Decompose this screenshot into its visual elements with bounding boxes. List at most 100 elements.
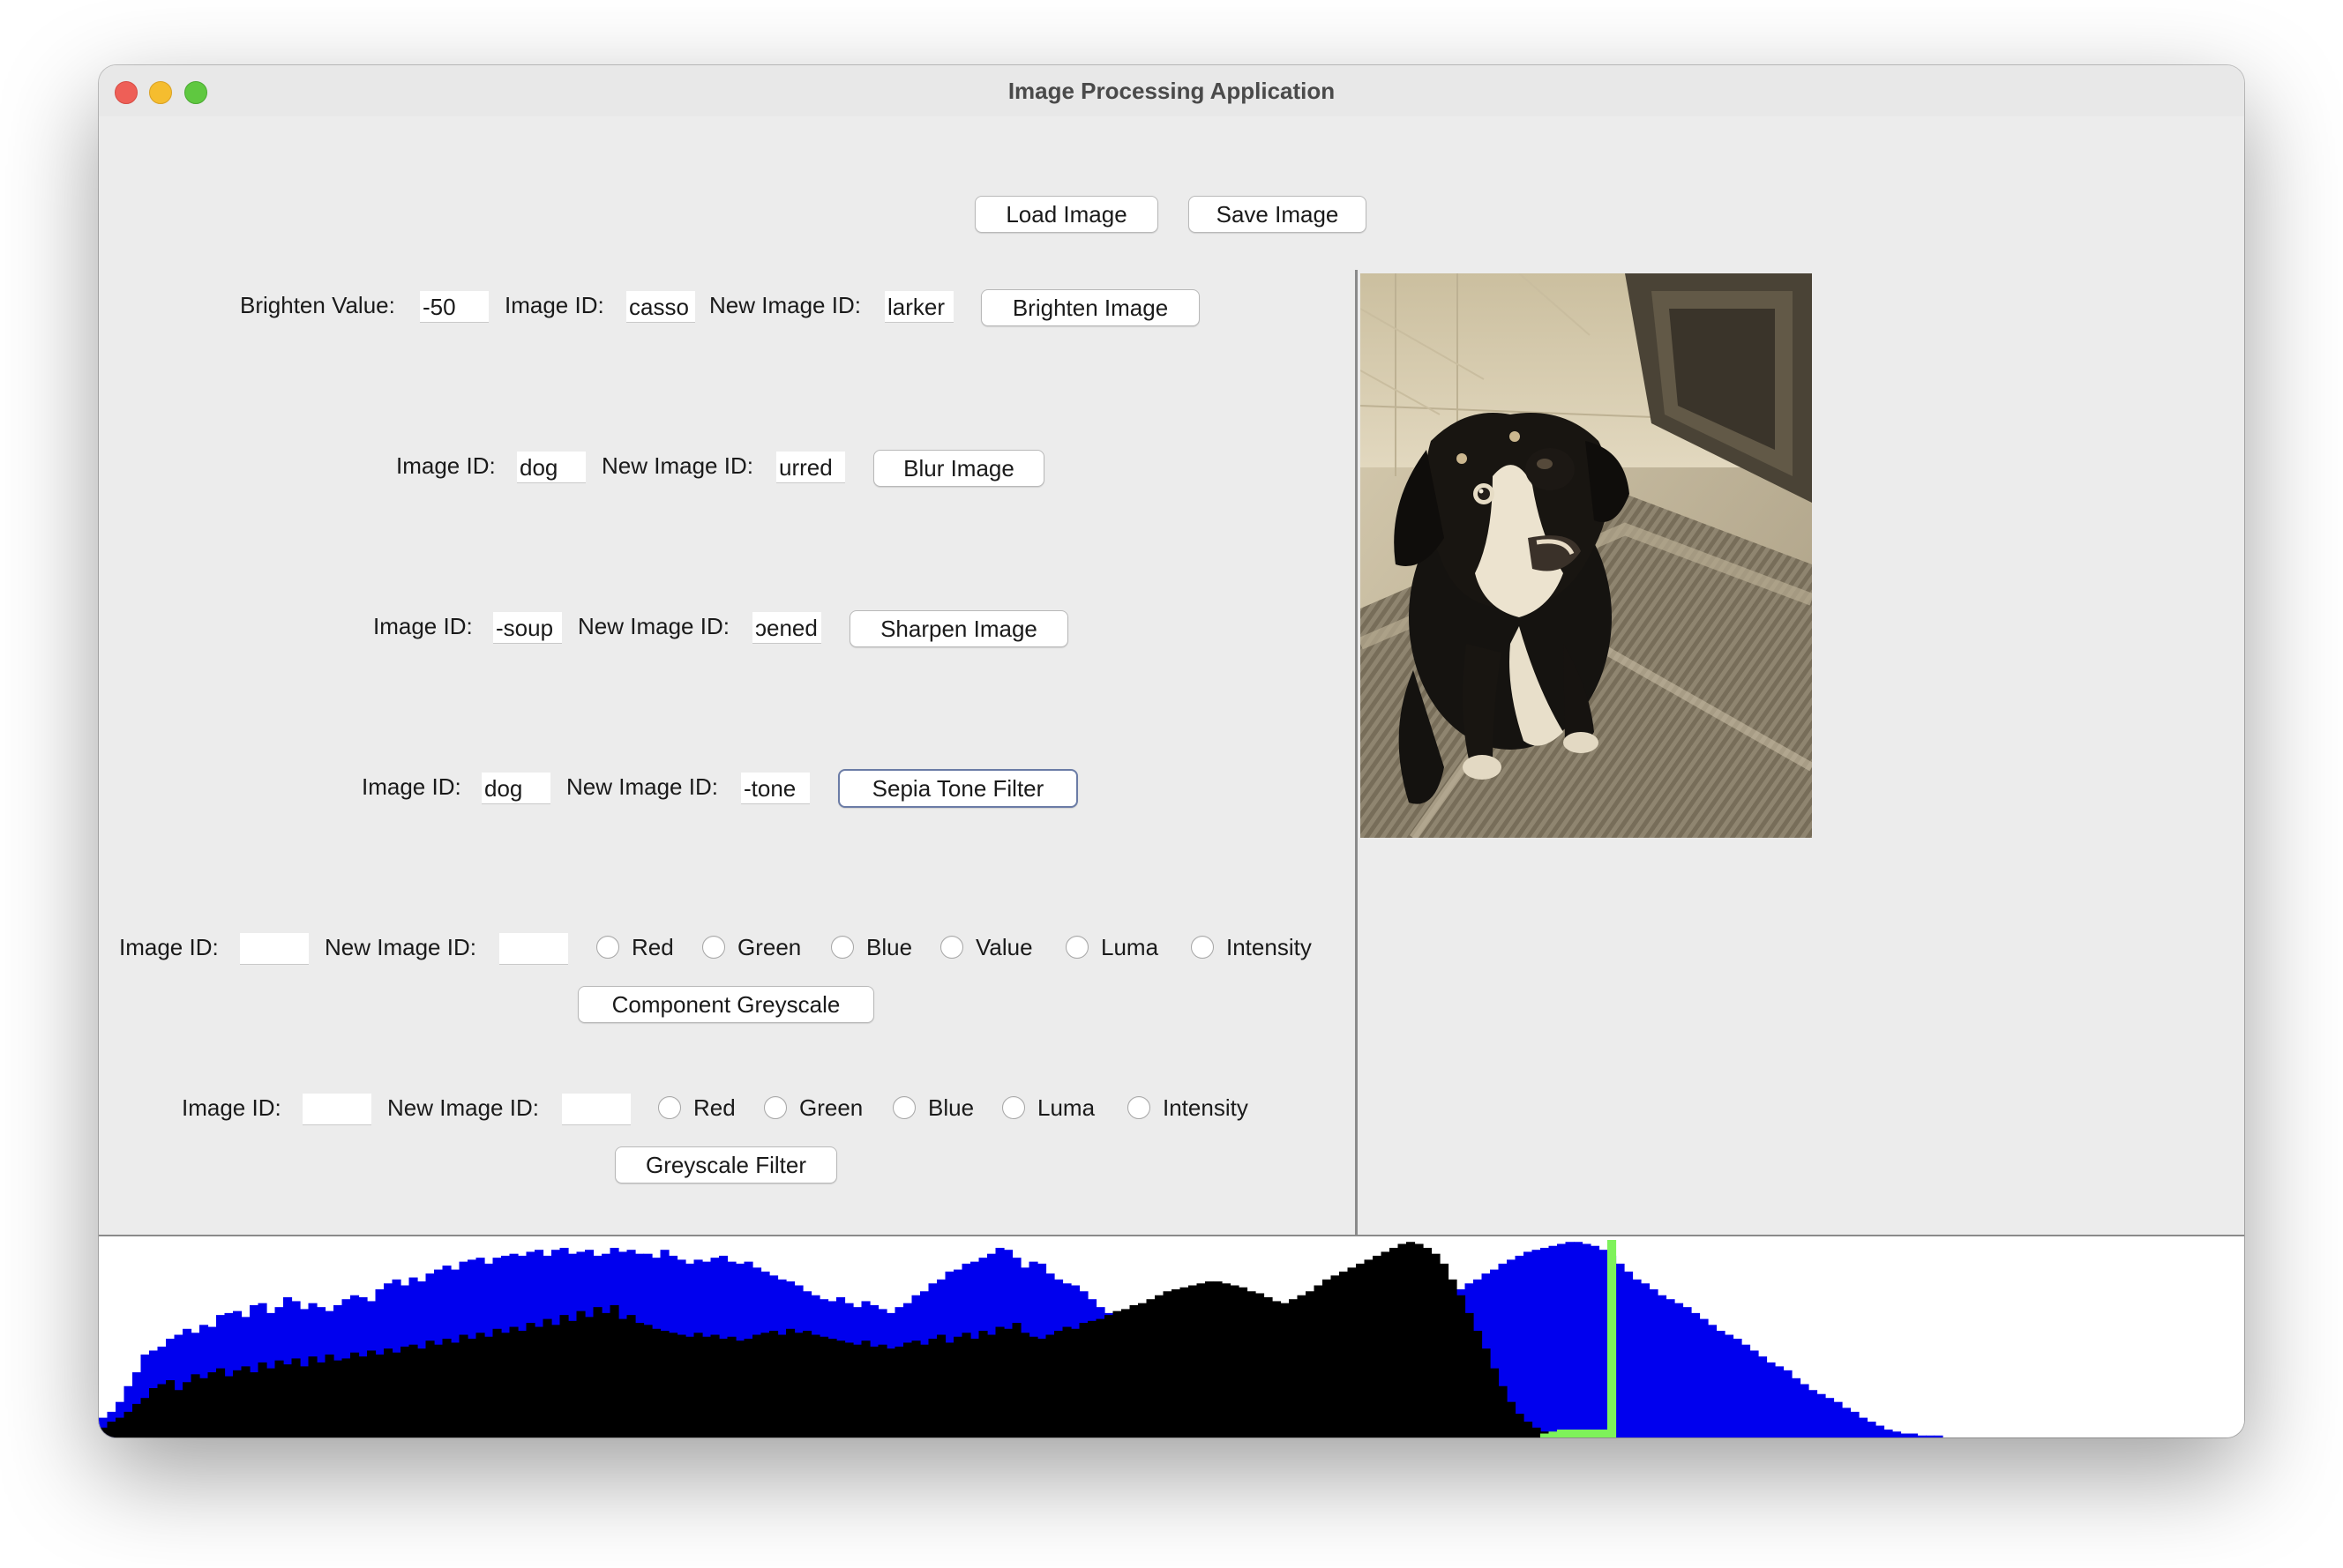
blur-new-id-field[interactable]: urred bbox=[776, 452, 845, 483]
brighten-new-id-field[interactable]: larker bbox=[885, 291, 954, 323]
histogram-bar bbox=[1582, 1430, 1591, 1437]
histogram-bar bbox=[576, 1310, 586, 1437]
brighten-image-id-field[interactable]: casso bbox=[626, 291, 695, 323]
toolbar: Load Image Save Image bbox=[99, 116, 2244, 272]
greyscale-intensity-label: Intensity bbox=[1163, 1094, 1248, 1121]
load-image-button[interactable]: Load Image bbox=[975, 196, 1158, 233]
sharpen-image-id-field[interactable]: -soup bbox=[493, 612, 562, 644]
histogram-panel bbox=[99, 1236, 2244, 1437]
histogram-bar bbox=[392, 1352, 401, 1437]
component-red-radio[interactable] bbox=[596, 936, 619, 959]
greyscale-blue-radio[interactable] bbox=[893, 1096, 916, 1119]
histogram-bar bbox=[1246, 1291, 1256, 1437]
histogram-bar bbox=[626, 1315, 636, 1437]
histogram-bar bbox=[183, 1382, 192, 1437]
zoom-window-button[interactable] bbox=[184, 81, 207, 104]
histogram-bar bbox=[568, 1320, 578, 1437]
greyscale-red-radio[interactable] bbox=[658, 1096, 681, 1119]
histogram-bar bbox=[643, 1325, 653, 1437]
histogram-bar bbox=[827, 1339, 837, 1437]
component-value-label: Value bbox=[976, 934, 1033, 960]
histogram-bar bbox=[1598, 1250, 1608, 1437]
histogram-bar bbox=[559, 1315, 569, 1437]
histogram-bar bbox=[518, 1331, 528, 1437]
histogram-bar bbox=[786, 1328, 796, 1437]
histogram-bar bbox=[1699, 1318, 1709, 1437]
histogram-bar bbox=[844, 1342, 854, 1437]
histogram-bar bbox=[442, 1339, 452, 1437]
brighten-value-field[interactable]: -50 bbox=[420, 291, 489, 323]
greyscale-image-id-field[interactable] bbox=[303, 1094, 371, 1125]
histogram-bar bbox=[1674, 1303, 1684, 1437]
histogram-bar bbox=[233, 1370, 243, 1437]
histogram-bar bbox=[291, 1358, 301, 1437]
histogram-bar bbox=[1598, 1430, 1608, 1437]
component-blue-radio[interactable] bbox=[831, 936, 854, 959]
brighten-image-button[interactable]: Brighten Image bbox=[981, 289, 1200, 326]
component-intensity-radio[interactable] bbox=[1191, 936, 1214, 959]
greyscale-new-id-label: New Image ID: bbox=[387, 1094, 539, 1121]
sepia-image-id-field[interactable]: dog bbox=[482, 773, 550, 804]
component-green-radio[interactable] bbox=[702, 936, 725, 959]
histogram-bar bbox=[1062, 1326, 1072, 1437]
histogram-bar bbox=[1909, 1433, 1919, 1437]
histogram-bar bbox=[1641, 1283, 1651, 1437]
brighten-image-id-label: Image ID: bbox=[505, 292, 604, 318]
greyscale-intensity-radio[interactable] bbox=[1127, 1096, 1150, 1119]
greyscale-blue-label: Blue bbox=[928, 1094, 975, 1121]
greyscale-luma-radio[interactable] bbox=[1002, 1096, 1025, 1119]
histogram-bar bbox=[1557, 1243, 1567, 1437]
save-image-button[interactable]: Save Image bbox=[1188, 196, 1366, 233]
histogram-bar bbox=[224, 1376, 234, 1437]
preview-image bbox=[1360, 273, 1812, 838]
greyscale-green-radio[interactable] bbox=[764, 1096, 787, 1119]
histogram-bar bbox=[124, 1411, 133, 1437]
histogram-bar bbox=[1339, 1271, 1349, 1437]
histogram-bar bbox=[107, 1422, 116, 1437]
histogram-bar bbox=[1540, 1247, 1550, 1437]
histogram-bar bbox=[693, 1333, 703, 1437]
component-value-radio[interactable] bbox=[940, 936, 963, 959]
greyscale-filter-button[interactable]: Greyscale Filter bbox=[615, 1146, 837, 1183]
greyscale-green-label: Green bbox=[799, 1094, 864, 1121]
histogram-bar bbox=[1775, 1366, 1785, 1437]
blur-image-id-field[interactable]: dog bbox=[517, 452, 586, 483]
histogram-bar bbox=[1816, 1393, 1826, 1437]
blur-image-button[interactable]: Blur Image bbox=[873, 450, 1044, 487]
histogram-bar bbox=[1649, 1289, 1658, 1437]
histogram-bar bbox=[384, 1348, 393, 1437]
component-luma-radio[interactable] bbox=[1066, 936, 1089, 959]
histogram-bar bbox=[1289, 1299, 1299, 1437]
sharpen-image-button[interactable]: Sharpen Image bbox=[850, 610, 1068, 647]
greyscale-luma-label: Luma bbox=[1037, 1094, 1096, 1121]
histogram-bar bbox=[492, 1328, 502, 1437]
histogram-bar bbox=[207, 1372, 217, 1437]
histogram-bar bbox=[1356, 1263, 1366, 1437]
component-greyscale-button[interactable]: Component Greyscale bbox=[578, 986, 874, 1023]
component-image-id-field[interactable] bbox=[240, 933, 309, 965]
component-new-id-field[interactable] bbox=[499, 933, 568, 965]
histogram-bar bbox=[1883, 1430, 1893, 1437]
close-window-button[interactable] bbox=[115, 81, 138, 104]
brighten-new-id-label: New Image ID: bbox=[709, 292, 861, 318]
minimize-window-button[interactable] bbox=[149, 81, 172, 104]
histogram-bar bbox=[903, 1342, 913, 1437]
histogram-bar bbox=[250, 1372, 259, 1437]
sepia-tone-button[interactable]: Sepia Tone Filter bbox=[838, 769, 1078, 808]
histogram-bar bbox=[1280, 1303, 1290, 1437]
histogram-bar bbox=[1196, 1283, 1206, 1437]
histogram-bar bbox=[1607, 1240, 1617, 1437]
histogram-bar bbox=[1473, 1331, 1483, 1437]
histogram-bar bbox=[1138, 1303, 1148, 1437]
component-image-id-label: Image ID: bbox=[119, 934, 219, 960]
histogram-bar bbox=[1859, 1417, 1868, 1437]
sepia-new-id-field[interactable]: -tone bbox=[741, 773, 810, 804]
histogram-bar bbox=[1666, 1299, 1675, 1437]
sharpen-new-id-label: New Image ID: bbox=[578, 613, 730, 639]
histogram-bar bbox=[459, 1334, 468, 1437]
histogram-bar bbox=[1205, 1281, 1215, 1437]
histogram-bar bbox=[820, 1336, 829, 1437]
component-intensity-label: Intensity bbox=[1226, 934, 1312, 960]
sharpen-new-id-field[interactable]: ɔened bbox=[752, 612, 821, 644]
greyscale-new-id-field[interactable] bbox=[562, 1094, 631, 1125]
